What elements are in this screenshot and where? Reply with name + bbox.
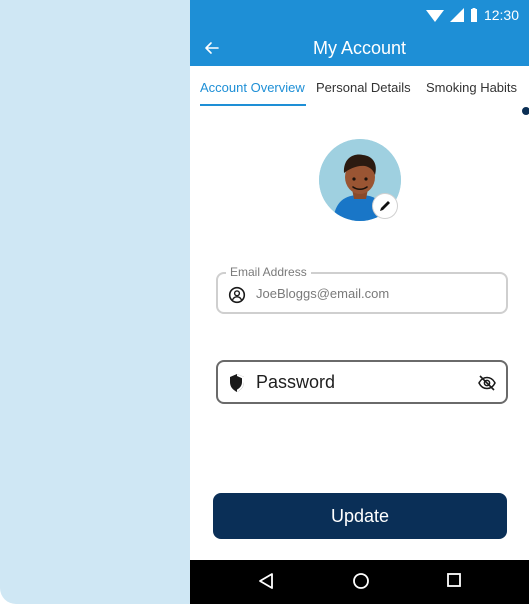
email-label: Email Address <box>226 265 311 279</box>
phone-screen: 12:30 My Account Account Overview Person… <box>190 0 529 604</box>
shield-icon <box>228 373 246 398</box>
status-bar: 12:30 <box>190 0 529 30</box>
page-title: My Account <box>312 38 407 58</box>
wifi-icon <box>425 8 444 22</box>
nav-back-icon[interactable] <box>258 572 274 595</box>
email-field[interactable]: Email Address JoeBloggs@email.com <box>216 265 508 314</box>
edit-profile-pencil-icon[interactable] <box>373 194 397 218</box>
tab-smoking-habits[interactable]: Smoking Habits <box>426 80 517 95</box>
update-button[interactable]: Update <box>213 493 507 539</box>
status-time: 12:30 <box>483 7 519 23</box>
system-nav-bar <box>190 560 529 604</box>
left-background-panel <box>0 0 210 604</box>
active-tab-indicator <box>200 104 306 106</box>
password-field[interactable]: Password <box>216 360 508 404</box>
tab-account-overview[interactable]: Account Overview <box>200 80 305 95</box>
tab-personal-details[interactable]: Personal Details <box>316 80 411 95</box>
nav-home-icon[interactable] <box>352 572 370 595</box>
app-bar: My Account <box>190 30 529 66</box>
nav-recents-icon[interactable] <box>446 572 462 593</box>
scroll-indicator <box>522 107 529 115</box>
battery-icon <box>470 8 478 22</box>
eye-off-icon[interactable] <box>478 375 496 396</box>
user-circle-icon <box>228 286 246 309</box>
signal-icon <box>449 8 464 22</box>
password-label: Password <box>256 372 336 392</box>
email-value: JoeBloggs@email.com <box>256 286 390 301</box>
